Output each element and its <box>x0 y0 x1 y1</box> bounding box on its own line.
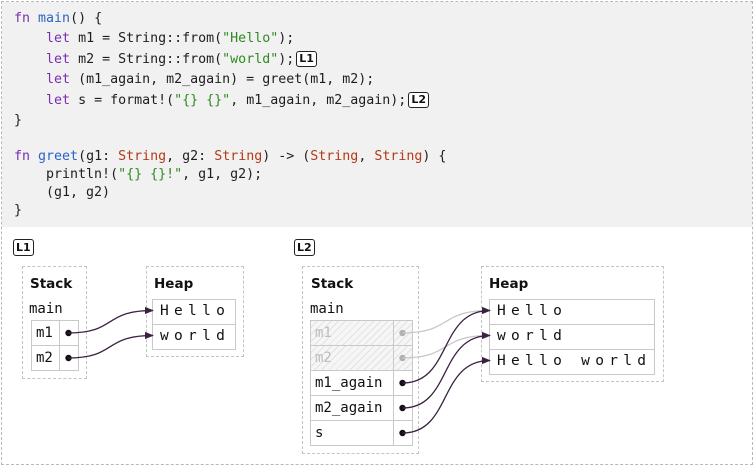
pointer-arrow <box>402 306 491 334</box>
pointer-arrow <box>68 306 154 334</box>
pointer-arrow <box>68 331 154 359</box>
pointer-arrows <box>65 306 491 437</box>
pointer-arrow <box>402 331 491 359</box>
